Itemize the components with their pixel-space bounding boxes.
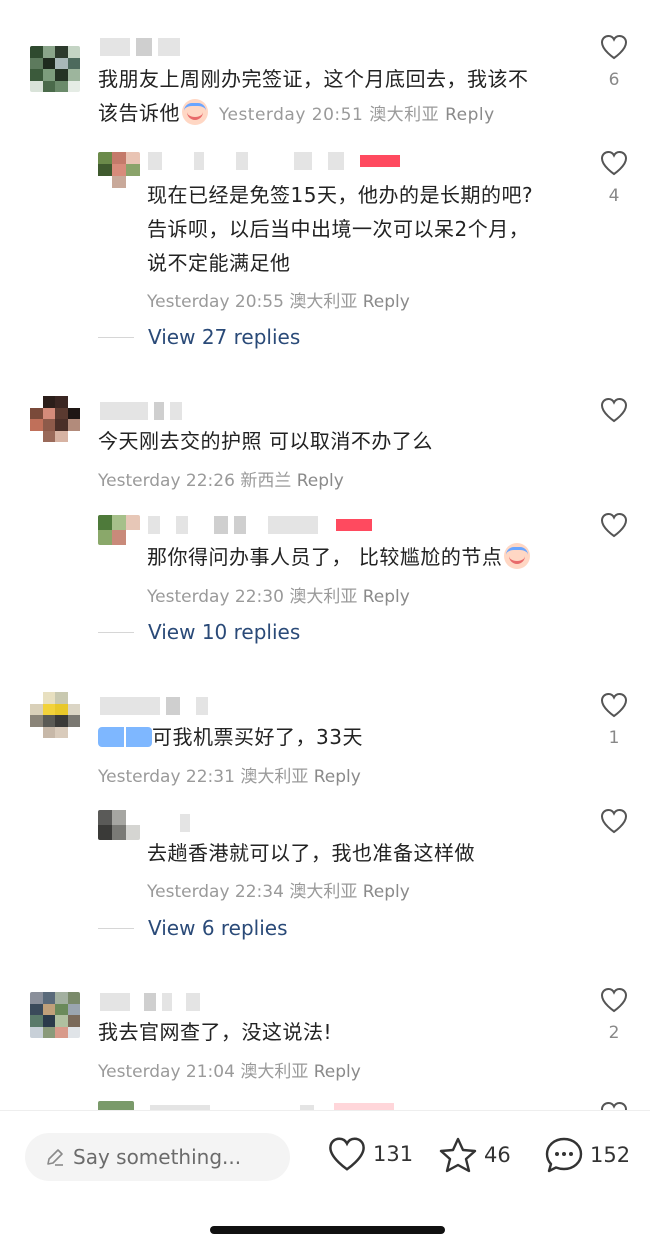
username-blurred[interactable]: [148, 152, 400, 170]
comment-input-placeholder: Say something...: [73, 1145, 242, 1169]
like-button[interactable]: [599, 808, 629, 834]
comment-bubble-icon: [545, 1137, 583, 1173]
like-count: 1: [608, 728, 620, 748]
like-count: 4: [608, 186, 620, 206]
star-icon: [439, 1137, 477, 1173]
username-blurred[interactable]: [100, 993, 200, 1011]
heart-icon: [600, 397, 628, 423]
heart-icon: [600, 808, 628, 834]
like-button[interactable]: 1: [599, 692, 629, 748]
avatar[interactable]: [98, 515, 140, 545]
comment-text: 我去官网查了，没这说法!: [98, 1020, 333, 1044]
reply-text: 去趟香港就可以了，我也准备这样做: [147, 841, 475, 865]
comment-count: 152: [590, 1143, 631, 1167]
comment-text: 今天刚去交的护照 可以取消不办了么: [98, 429, 433, 453]
reply-link[interactable]: Reply: [314, 1062, 361, 1082]
divider-line: [98, 927, 134, 929]
crying-emoji-icon: [504, 543, 531, 569]
reply-link[interactable]: Reply: [363, 587, 410, 607]
reply-text: 那你得问办事人员了， 比较尴尬的节点: [147, 540, 587, 574]
divider-line: [98, 631, 134, 633]
reply-meta: Yesterday 22:34 澳大利亚 Reply: [147, 882, 410, 902]
avatar[interactable]: [98, 810, 140, 840]
like-count: 6: [608, 70, 620, 90]
username-blurred[interactable]: [100, 697, 208, 715]
username-blurred[interactable]: [100, 38, 180, 56]
heart-icon: [329, 1137, 365, 1171]
reply-text: 现在已经是免签15天，他办的是长期的吧? 告诉呗，以后当中出境一次可以呆2个月，…: [147, 183, 534, 275]
collect-count: 46: [484, 1143, 511, 1167]
heart-icon: [600, 34, 628, 60]
reply-meta: Yesterday 20:55 澳大利亚 Reply: [147, 292, 410, 312]
username-blurred[interactable]: [100, 402, 182, 420]
reply-link[interactable]: Reply: [363, 882, 410, 902]
view-replies-button[interactable]: View 10 replies: [98, 620, 300, 644]
view-replies-label: View 10 replies: [148, 620, 301, 644]
comment-meta: Yesterday 20:51 澳大利亚 Reply: [218, 105, 495, 125]
username-blurred[interactable]: [148, 814, 190, 832]
like-button[interactable]: [599, 512, 629, 538]
comment-meta: Yesterday 21:04 澳大利亚 Reply: [98, 1062, 361, 1082]
reply-link[interactable]: Reply: [445, 105, 495, 125]
like-button[interactable]: 6: [599, 34, 629, 90]
reply-link[interactable]: Reply: [297, 471, 344, 491]
like-button[interactable]: 2: [599, 987, 629, 1043]
like-button[interactable]: [599, 397, 629, 423]
avatar[interactable]: [30, 692, 80, 738]
avatar[interactable]: [30, 46, 80, 92]
like-button[interactable]: 4: [599, 150, 629, 206]
pencil-icon: [47, 1149, 63, 1166]
view-replies-label: View 6 replies: [148, 916, 288, 940]
reply-link[interactable]: Reply: [363, 292, 410, 312]
comment-text: 可我机票买好了，33天: [98, 720, 568, 754]
comments-button[interactable]: 152: [544, 1136, 630, 1174]
view-replies-button[interactable]: View 6 replies: [98, 916, 288, 940]
avatar[interactable]: [30, 992, 80, 1038]
view-replies-label: View 27 replies: [148, 325, 301, 349]
reply-meta: Yesterday 22:30 澳大利亚 Reply: [147, 587, 410, 607]
heart-icon: [600, 987, 628, 1013]
bottom-action-bar: Say something... 131 46 152: [0, 1110, 650, 1245]
heart-icon: [600, 512, 628, 538]
heart-icon: [600, 150, 628, 176]
comment-text: 我朋友上周刚办完签证，这个月底回去，我该不 该告诉他 Yesterday 20:…: [98, 67, 529, 125]
comment-input[interactable]: Say something...: [25, 1133, 290, 1181]
like-count: 2: [608, 1023, 620, 1043]
like-post-button[interactable]: 131: [327, 1136, 413, 1172]
view-replies-button[interactable]: View 27 replies: [98, 325, 300, 349]
heart-icon: [600, 692, 628, 718]
like-count: 131: [373, 1142, 414, 1166]
comment-meta: Yesterday 22:26 新西兰 Reply: [98, 471, 344, 491]
avatar[interactable]: [30, 396, 80, 442]
username-blurred[interactable]: [148, 516, 372, 534]
reply-link[interactable]: Reply: [314, 767, 361, 787]
home-indicator[interactable]: [210, 1226, 445, 1234]
divider-line: [98, 336, 134, 338]
avatar[interactable]: [98, 152, 140, 188]
collect-button[interactable]: 46: [438, 1136, 511, 1174]
crying-emoji-icon: [182, 99, 208, 125]
comment-meta: Yesterday 22:31 澳大利亚 Reply: [98, 767, 361, 787]
sticker-emoji-icon: [98, 727, 152, 747]
